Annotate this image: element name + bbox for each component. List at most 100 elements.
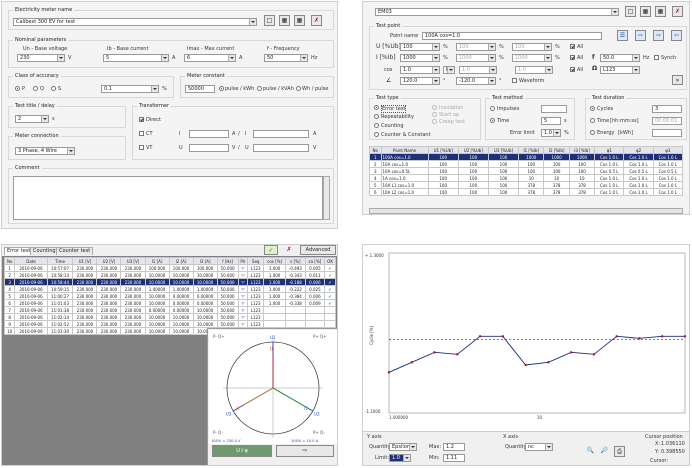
i1-select[interactable]: 1000 <box>400 54 440 62</box>
const-kwh-radio[interactable] <box>219 86 224 91</box>
accept-button[interactable]: ✓ <box>264 245 278 255</box>
table-row[interactable]: 6 2010-09-06 11:01:03 230.000 230.000 230.000… <box>3 299 336 307</box>
ct-primary-input[interactable] <box>189 130 229 138</box>
copy-graph-button[interactable]: ⎙ <box>614 446 625 457</box>
duration-energy-input[interactable] <box>652 129 682 137</box>
error-col-header[interactable]: I1 [A] <box>144 257 170 265</box>
tp-col-header[interactable]: I3 [%Ib] <box>568 146 596 154</box>
meter-constant-input[interactable]: 50000 <box>185 85 215 93</box>
tp-new-button[interactable]: □ <box>625 6 636 17</box>
error-col-header[interactable]: Seq <box>247 257 265 265</box>
point-name-input[interactable]: 100A cos=1.0 <box>422 32 602 40</box>
x-quantity-select[interactable]: nc <box>525 443 553 451</box>
accuracy-select[interactable]: 0.1 <box>101 85 159 93</box>
comment-textarea[interactable] <box>13 176 323 220</box>
tp-col-header[interactable]: I2 [%Ib] <box>543 146 570 154</box>
u2-select[interactable]: 100 <box>456 43 496 51</box>
vt-secondary-input[interactable] <box>253 144 309 152</box>
save-meter-button[interactable]: ▦ <box>279 15 290 26</box>
method-time-input[interactable]: 5 <box>541 117 561 125</box>
u3-select[interactable]: 100 <box>512 43 552 51</box>
table-row[interactable]: 5 10A L1 cos=1.0 100 100 100 378 378 378 Cos 1.0… <box>369 181 684 189</box>
acc-s-radio[interactable] <box>51 86 56 91</box>
table-row[interactable]: 8 2010-09-06 11:02:14 230.000 230.000 230.000… <box>3 313 336 321</box>
error-col-header[interactable]: Ph <box>237 257 249 265</box>
table-row[interactable]: 3 2010-09-06 10:58:44 230.000 230.000 230.000… <box>3 278 336 286</box>
meter-name-select[interactable]: Calibest 300 EV for test <box>13 18 257 26</box>
duration-time-input[interactable]: 00:00:01 <box>652 117 682 125</box>
ct-secondary-input[interactable] <box>253 130 309 138</box>
pf1-mode-select[interactable]: L <box>443 66 455 74</box>
test-points-table[interactable]: No Point Name U1 [%Ub] U2 [%Ub] U3 [%Ub] I1 [… <box>369 146 684 196</box>
edit-point-button[interactable]: ⇨ <box>653 30 664 41</box>
error-col-header[interactable]: εa [%] <box>304 257 326 265</box>
error-col-header[interactable]: cos [%] <box>263 257 287 265</box>
const-whp-radio[interactable] <box>296 86 301 91</box>
y-quantity-select[interactable]: Epsilon <box>389 443 417 451</box>
error-col-header[interactable]: No <box>3 257 16 265</box>
waveform-settings-button[interactable]: » <box>672 75 683 85</box>
new-meter-button[interactable]: □ <box>264 15 275 26</box>
tp-col-header[interactable]: φ2 <box>623 146 654 154</box>
tt-error-radio[interactable] <box>374 105 379 110</box>
vt-checkbox[interactable] <box>139 145 144 150</box>
y-max-input[interactable]: 1.2 <box>443 443 465 451</box>
duration-energy-radio[interactable] <box>590 130 595 135</box>
waveform-checkbox[interactable] <box>512 78 517 83</box>
tp-col-header[interactable]: I1 [%Ib] <box>518 146 545 154</box>
tab-counting[interactable]: Counting <box>30 247 59 255</box>
pf3-select[interactable]: 1.0 <box>515 66 553 74</box>
u1-select[interactable]: 100 <box>400 43 440 51</box>
tp-delete-button[interactable]: ✗ <box>672 6 683 17</box>
tp-col-header[interactable]: No <box>369 146 382 154</box>
u-all-checkbox[interactable] <box>570 44 575 49</box>
table-row[interactable]: 2 10A cos=1.0 100 100 100 100 100 100 Cos 1.0 LC… <box>369 160 684 168</box>
error-col-header[interactable]: Time <box>46 257 74 265</box>
method-time-radio[interactable] <box>490 118 495 123</box>
delete-meter-button[interactable]: ✗ <box>311 15 322 26</box>
tt-count-radio[interactable] <box>374 123 379 128</box>
error-col-header[interactable]: U1 [V] <box>72 257 98 265</box>
pf1-select[interactable]: 1.0 <box>400 66 440 74</box>
tt-repeat-radio[interactable] <box>374 114 379 119</box>
table-row[interactable]: 6 10A L2 cos=1.0 100 100 100 378 378 378 Cos 1.0… <box>369 188 684 196</box>
table-row[interactable]: 7 2010-09-06 11:01:38 230.000 230.000 230.000… <box>3 306 336 314</box>
test-set-select[interactable]: EM03 <box>375 8 619 16</box>
tp-col-header[interactable]: U1 [%Ub] <box>427 146 459 154</box>
pf2-select[interactable]: 1.0 <box>459 66 497 74</box>
tt-counter-radio[interactable] <box>374 132 379 137</box>
freq-tp-select[interactable]: 50.0 <box>600 54 640 62</box>
uie-view-button[interactable]: U I φ <box>212 445 272 457</box>
error-col-header[interactable]: I3 [A] <box>192 257 218 265</box>
tp-save-button[interactable]: ▦ <box>640 6 651 17</box>
tt-creep-radio[interactable] <box>432 119 437 124</box>
table-row[interactable]: 9 2010-09-06 11:02:52 230.000 230.000 230.000… <box>3 320 336 328</box>
table-row[interactable]: 1 100A cos=1.0 100 100 100 1000 1000 1000 Cos 1.… <box>369 153 684 161</box>
synch-checkbox[interactable] <box>654 55 659 60</box>
zoom-out-button[interactable]: 🔎 <box>599 446 610 457</box>
const-kvah-radio[interactable] <box>257 86 262 91</box>
impulses-input[interactable] <box>541 105 567 113</box>
tab-counter-test[interactable]: Counter test <box>56 247 94 255</box>
phase-sequence-select[interactable]: L123 <box>600 66 640 74</box>
tab-error-test[interactable]: Error test <box>4 247 34 255</box>
error-col-header[interactable]: I2 [A] <box>168 257 194 265</box>
error-col-header[interactable]: OK <box>324 257 336 265</box>
table-row[interactable]: 4 1A cos=1.0 100 100 100 10 10 10 Cos 1.0 L Cos 1… <box>369 174 684 182</box>
error-col-header[interactable]: U2 [V] <box>96 257 122 265</box>
tt-startup-radio[interactable] <box>432 112 437 117</box>
ib-select[interactable]: 5 <box>103 54 169 62</box>
vt-primary-input[interactable] <box>189 144 229 152</box>
freq-select[interactable]: 50 <box>264 54 308 62</box>
un-select[interactable]: 230 <box>17 54 65 62</box>
tp-horizontal-scrollbar[interactable] <box>369 208 683 214</box>
tp-col-header[interactable]: Point Name <box>380 146 429 154</box>
insert-point-button[interactable]: ⇨ <box>635 30 646 41</box>
error-col-header[interactable]: Date <box>14 257 48 265</box>
comment-scrollbar[interactable] <box>323 176 330 220</box>
zoom-in-button[interactable]: 🔍 <box>585 446 596 457</box>
table-row[interactable]: 5 2010-09-06 11:00:27 230.000 230.000 230.000… <box>3 292 336 300</box>
close-results-button[interactable]: ✗ <box>284 245 294 255</box>
duration-time-radio[interactable] <box>590 118 595 123</box>
y-min-input[interactable]: 1.11 <box>443 454 465 462</box>
